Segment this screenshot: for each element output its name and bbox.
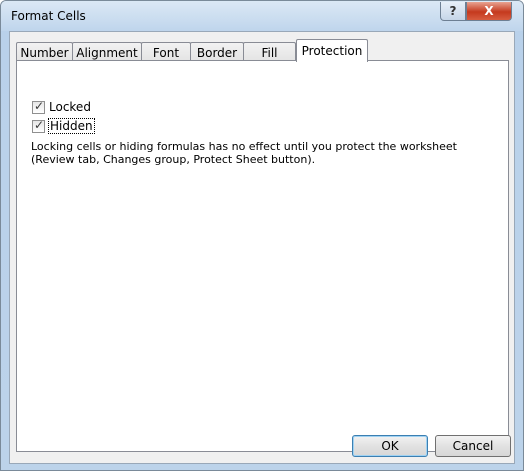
tab-label: Fill	[261, 45, 278, 60]
ok-button[interactable]: OK	[352, 435, 428, 457]
hidden-checkbox[interactable]: ✓	[32, 117, 45, 133]
cancel-label: Cancel	[452, 439, 494, 453]
protection-info-text: Locking cells or hiding formulas has no …	[31, 140, 457, 166]
title-bar[interactable]: Format Cells ? X	[1, 1, 523, 31]
tab-alignment[interactable]: Alignment	[72, 42, 142, 62]
dialog-client-area: Number Alignment Font Border Fill Protec…	[9, 31, 515, 464]
hidden-checkbox-row[interactable]: ✓ Hidden	[32, 117, 95, 134]
close-icon: X	[484, 4, 494, 18]
help-icon: ?	[449, 4, 457, 18]
hidden-label: Hidden	[48, 118, 95, 134]
checkmark-icon: ✓	[34, 117, 45, 132]
protection-tab-panel: ✓ Locked ✓ Hidden Locking cells or hidin…	[16, 60, 509, 452]
tab-border[interactable]: Border	[190, 42, 244, 62]
locked-label: Locked	[49, 100, 91, 114]
tab-label: Font	[152, 45, 180, 60]
tab-fill[interactable]: Fill	[243, 42, 296, 62]
tab-number[interactable]: Number	[16, 42, 73, 62]
tab-label: Alignment	[76, 45, 138, 60]
help-button[interactable]: ?	[440, 2, 466, 21]
format-cells-dialog: Format Cells ? X Number Alignment Font B…	[0, 0, 524, 471]
tab-protection[interactable]: Protection	[296, 39, 368, 62]
ok-label: OK	[381, 439, 399, 453]
locked-checkbox[interactable]: ✓	[32, 98, 45, 114]
tab-label: Number	[20, 45, 69, 60]
tab-font[interactable]: Font	[141, 42, 191, 62]
dialog-title: Format Cells	[11, 9, 86, 23]
tab-label: Protection	[301, 44, 363, 58]
close-button[interactable]: X	[466, 2, 512, 21]
cancel-button[interactable]: Cancel	[435, 435, 511, 457]
tab-label: Border	[196, 45, 238, 60]
checkmark-icon: ✓	[34, 98, 45, 113]
locked-checkbox-row[interactable]: ✓ Locked	[32, 99, 91, 115]
